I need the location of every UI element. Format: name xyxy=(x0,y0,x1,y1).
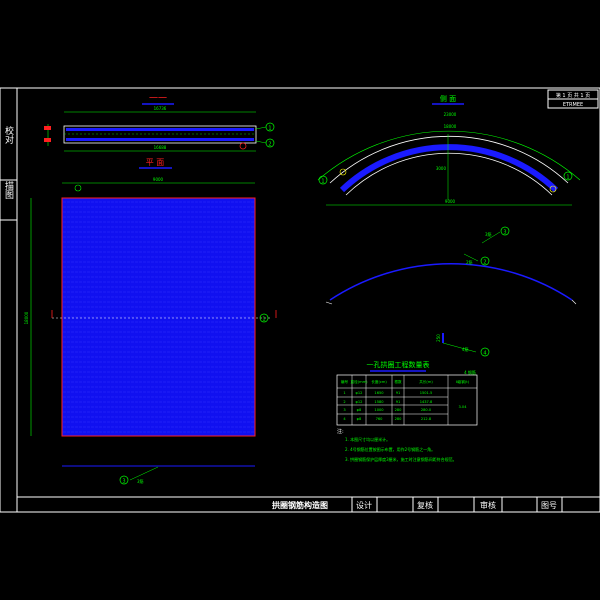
strip-top-label: 校对 xyxy=(3,125,14,144)
arc-vert-dim: 3000 xyxy=(436,166,447,171)
plan-view: 平 面 9000 18000 1 3 3筋 xyxy=(24,158,277,485)
table-cell: φ8 xyxy=(357,417,362,421)
table-cell: 1000 xyxy=(374,408,384,412)
table-cell: 1 xyxy=(343,391,345,395)
arc-top-dim: 23000 xyxy=(444,112,457,117)
callout-1-plan: 1 xyxy=(262,317,265,323)
table-note-top: 4 钢筋 xyxy=(464,369,476,375)
section-bottom-dim: 16688 xyxy=(154,145,167,150)
plan-top-dim: 9000 xyxy=(153,177,164,182)
notes: 注: 1. 本图尺寸均以厘米计。 2. 4号钢筋位置按图示布置，用作2号钢筋之一… xyxy=(337,428,457,462)
table-cell: 280 xyxy=(395,417,403,421)
strip-bottom-label: 描图 xyxy=(3,180,14,200)
approve-label: 审核 xyxy=(480,500,496,510)
callout-2-side: 2 xyxy=(483,260,486,266)
callout-2-section: 2 xyxy=(268,142,271,148)
table-cell: 212.8 xyxy=(421,417,432,421)
table-cell: 1437.8 xyxy=(420,400,433,404)
table-cell: 1501.5 xyxy=(420,391,433,395)
cad-drawing: 校对 描图 第 1 页 共 1 页 ETRMEE 一一 16736 16688 … xyxy=(0,87,600,513)
table-header-cell: 根数 xyxy=(394,379,402,384)
note-1: 1. 本图尺寸均以厘米计。 xyxy=(345,436,390,442)
table-header-cell: 直径(mm) xyxy=(351,379,369,384)
plan-side-dim: 18000 xyxy=(24,311,29,324)
section-view: 一一 16736 16688 1 2 xyxy=(44,94,275,152)
section-top-dim: 16736 xyxy=(154,106,167,111)
bar2-text: 2筋 xyxy=(466,259,473,265)
sheet-page-text: 第 1 页 共 1 页 xyxy=(556,92,590,99)
drawing-title: 拱圈钢筋构造图 xyxy=(272,500,328,510)
plan-bottom-text: 3筋 xyxy=(137,478,144,484)
table-cell: 91 xyxy=(396,391,401,395)
table-cell: φ12 xyxy=(356,391,363,395)
note-2: 2. 4号钢筋位置按图示布置，用作2号钢筋之一角。 xyxy=(345,446,435,452)
table-cell: 2 xyxy=(343,400,345,404)
title-block: 拱圈钢筋构造图 设计 复核 审核 图号 xyxy=(17,496,600,512)
callout-1-side-right: 1 xyxy=(566,175,569,181)
table-cell: 1650 xyxy=(374,391,384,395)
callout-1-section: 1 xyxy=(268,126,271,132)
small-vert-dim: 250 xyxy=(436,334,441,342)
plan-rebar-mesh xyxy=(61,197,256,437)
table-cell: 1580 xyxy=(374,400,384,404)
table-cell: 760 xyxy=(376,417,384,421)
drawing-no-label: 图号 xyxy=(541,501,557,510)
side-label: 侧 面 xyxy=(440,94,456,103)
sheet-code-text: ETRMEE xyxy=(563,102,583,108)
table-cell: 280 xyxy=(395,408,403,412)
table-cell: 4 xyxy=(343,417,346,421)
table-cell-steel-total: 3.04 xyxy=(458,405,467,409)
table-cell: φ8 xyxy=(357,408,362,412)
table-cell: 280.0 xyxy=(421,408,432,412)
table-header-cell: Ⅱ级钢(t) xyxy=(456,379,470,384)
callout-4-side: 4 xyxy=(483,351,486,357)
note-3: 3. 拱圈钢筋保护层厚度3厘米，施工时注意钢筋间距符合规范。 xyxy=(345,456,457,462)
bar4-text: 4筋 xyxy=(462,346,469,352)
table-header-cell: 编号 xyxy=(341,379,349,384)
callout-3-side: 3 xyxy=(503,230,506,236)
quantity-table: 一孔拱圈工程数量表 4 钢筋 编号 直径(mm) 长度(cm) 根数 共长(m) Ⅱ级钢(… xyxy=(336,360,478,426)
table-title: 一孔拱圈工程数量表 xyxy=(367,360,430,369)
table-header-cell: 共长(m) xyxy=(419,379,433,384)
arc-base-dim: 9000 xyxy=(445,199,456,204)
review-label: 复核 xyxy=(417,500,433,510)
bar3-text: 3筋 xyxy=(485,231,492,237)
section-label: 一一 xyxy=(149,94,167,104)
table-cell: 3 xyxy=(343,408,345,412)
table-header-cell: 长度(cm) xyxy=(371,379,387,384)
table-cell: 91 xyxy=(396,400,401,404)
left-strip xyxy=(0,87,18,513)
callout-1-side-left: 1 xyxy=(321,179,324,185)
side-view: 侧 面 23000 18000 3000 9000 1 1 3筋 3 2筋 2 … xyxy=(317,94,581,357)
arc-inner-dim: 18000 xyxy=(444,124,457,129)
notes-heading: 注: xyxy=(337,428,344,435)
table-cell: φ12 xyxy=(356,400,363,404)
plan-label: 平 面 xyxy=(146,158,165,167)
design-label: 设计 xyxy=(356,500,372,510)
callout-3-plan: 3 xyxy=(122,479,125,485)
